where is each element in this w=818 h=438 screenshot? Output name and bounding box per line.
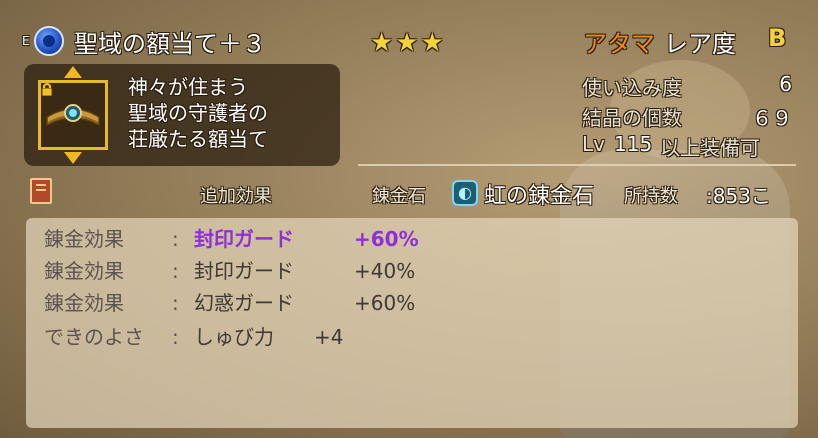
level-value: 115 [614, 132, 653, 156]
description-line: 神々が住まう [128, 75, 248, 99]
divider [358, 164, 796, 166]
effect-colon: : [172, 227, 179, 251]
effect-name: 封印ガード [194, 259, 294, 283]
scroll-down-arrow-icon[interactable] [64, 152, 82, 164]
lock-icon [41, 83, 53, 96]
rarity-stars: ★★★ [370, 28, 446, 58]
equipped-marker: E [22, 34, 30, 48]
item-name: 聖域の額当て＋３ [74, 30, 266, 58]
alchemy-stone-label: 錬金石 [372, 186, 426, 207]
level-prefix: Lv [582, 132, 605, 156]
alchemy-stone-name[interactable]: 虹の錬金石 [484, 178, 594, 210]
item-description: 神々が住まう 聖域の守護者の 荘厳たる額当て [128, 74, 268, 152]
effect-value: +60% [354, 291, 416, 315]
effect-value: +60% [354, 227, 419, 251]
crystal-label: 結晶の個数 [582, 106, 682, 130]
effect-colon: : [172, 259, 179, 283]
quality-label: できのよさ [44, 325, 144, 349]
effect-label: 錬金効果 [44, 259, 124, 283]
effect-value: +40% [354, 259, 416, 283]
circlet-icon [46, 104, 100, 127]
book-icon[interactable] [30, 178, 52, 204]
usage-value: 6 [779, 72, 792, 96]
quality-stat-value: +4 [314, 325, 344, 349]
effect-label: 錬金効果 [44, 227, 124, 251]
effect-label: 錬金効果 [44, 291, 124, 315]
owned-count-label: 所持数 [624, 186, 678, 207]
owned-count-value: :853こ [706, 184, 771, 208]
slot-type: アタマ [583, 30, 655, 58]
scroll-up-arrow-icon[interactable] [64, 66, 82, 78]
equipped-gem-icon [34, 26, 64, 56]
crystal-value: ６９ [752, 106, 792, 130]
usage-label: 使い込み度 [582, 76, 682, 100]
rarity-value: B [768, 24, 787, 52]
rarity-label: レア度 [664, 30, 736, 58]
effect-colon: : [172, 325, 179, 349]
description-line: 荘厳たる額当て [128, 127, 268, 151]
quality-stat-name: しゅび力 [194, 325, 274, 349]
effect-colon: : [172, 291, 179, 315]
rainbow-stone-icon: ◐ [452, 180, 478, 206]
effect-name: 幻惑ガード [194, 291, 294, 315]
description-line: 聖域の守護者の [128, 101, 268, 125]
level-suffix: 以上装備可 [660, 136, 760, 160]
additional-effect-label: 追加効果 [200, 186, 272, 207]
effect-name: 封印ガード [194, 227, 294, 251]
